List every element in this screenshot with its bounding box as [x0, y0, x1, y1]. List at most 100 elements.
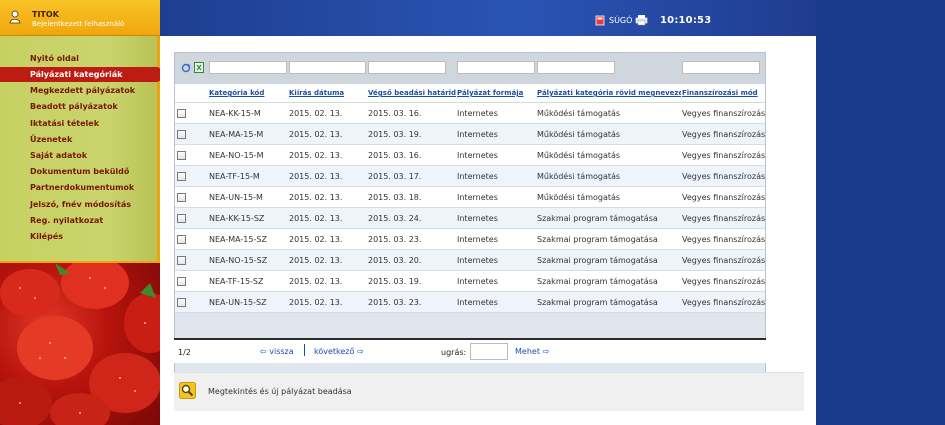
cell-code: NEA-TF-15-SZ	[209, 277, 264, 286]
cell-issue-date: 2015. 02. 13.	[289, 193, 343, 202]
menu-item-partner-docs[interactable]: Partnerdokumentumok	[0, 180, 157, 195]
cell-issue-date: 2015. 02. 13.	[289, 256, 343, 265]
table-row[interactable]: NEA-NO-15-M 2015. 02. 13. 2015. 03. 16. …	[175, 145, 765, 166]
table-row[interactable]: NEA-KK-15-M 2015. 02. 13. 2015. 03. 16. …	[175, 103, 765, 124]
cell-financing: Vegyes finanszírozás	[682, 151, 765, 160]
cell-form: Internetes	[457, 277, 498, 286]
table-row[interactable]: NEA-TF-15-M 2015. 02. 13. 2015. 03. 17. …	[175, 166, 765, 187]
help-link[interactable]: SÚGÓ	[609, 16, 632, 25]
excel-export-icon[interactable]	[194, 62, 204, 73]
row-checkbox[interactable]	[177, 151, 186, 160]
table-row[interactable]: NEA-NO-15-SZ 2015. 02. 13. 2015. 03. 20.…	[175, 250, 765, 271]
menu-item-filing[interactable]: Iktatási tételek	[0, 116, 157, 131]
prev-page-button[interactable]: ⇦ vissza	[260, 347, 294, 356]
menu-item-logout[interactable]: Kilépés	[0, 229, 157, 244]
content-panel: Kategória kód Kiírás dátuma Végső beadás…	[160, 36, 816, 425]
row-checkbox[interactable]	[177, 130, 186, 139]
cell-short-name: Szakmai program támogatása	[537, 277, 658, 286]
table-row[interactable]: NEA-UN-15-SZ 2015. 02. 13. 2015. 03. 23.…	[175, 292, 765, 313]
filter-input-issue-date[interactable]	[289, 61, 366, 74]
user-box: TITOK Bejelentkezett felhasználó	[0, 0, 160, 36]
next-page-button[interactable]: következő ⇨	[314, 347, 364, 356]
action-bar: Megtekintés és új pályázat beadása	[174, 372, 804, 411]
grid-header: Kategória kód Kiírás dátuma Végső beadás…	[175, 84, 765, 103]
row-checkbox[interactable]	[177, 172, 186, 181]
cell-code: NEA-UN-15-M	[209, 193, 263, 202]
menu-item-messages[interactable]: Üzenetek	[0, 132, 157, 147]
cell-issue-date: 2015. 02. 13.	[289, 298, 343, 307]
printer-icon[interactable]	[635, 14, 648, 26]
cell-issue-date: 2015. 02. 13.	[289, 151, 343, 160]
cell-short-name: Szakmai program támogatása	[537, 256, 658, 265]
row-checkbox[interactable]	[177, 235, 186, 244]
cell-deadline: 2015. 03. 16.	[368, 109, 422, 118]
cell-financing: Vegyes finanszírozás	[682, 109, 765, 118]
menu-item-submitted[interactable]: Beadott pályázatok	[0, 99, 157, 114]
row-checkbox[interactable]	[177, 277, 186, 286]
right-background	[816, 0, 945, 425]
table-row[interactable]: NEA-TF-15-SZ 2015. 02. 13. 2015. 03. 19.…	[175, 271, 765, 292]
column-header-short-name[interactable]: Pályázati kategória rövid megnevezése	[537, 89, 681, 97]
cell-financing: Vegyes finanszírozás	[682, 172, 765, 181]
refresh-icon[interactable]	[181, 63, 191, 73]
cell-deadline: 2015. 03. 18.	[368, 193, 422, 202]
row-checkbox[interactable]	[177, 298, 186, 307]
filter-input-financing[interactable]	[682, 61, 760, 74]
menu-item-password[interactable]: Jelszó, fnév módosítás	[0, 197, 157, 212]
menu-item-started[interactable]: Megkezdett pályázatok	[0, 83, 157, 98]
menu-item-home[interactable]: Nyitó oldal	[0, 51, 157, 66]
table-row[interactable]: NEA-UN-15-M 2015. 02. 13. 2015. 03. 18. …	[175, 187, 765, 208]
menu-item-categories[interactable]: Pályázati kategóriák	[0, 67, 168, 82]
page-indicator: 1/2	[178, 348, 191, 357]
top-bar: SÚGÓ 10:10:53	[160, 0, 816, 36]
user-icon	[9, 10, 21, 24]
column-header-form[interactable]: Pályázat formája	[457, 89, 535, 97]
row-checkbox[interactable]	[177, 193, 186, 202]
table-row[interactable]: NEA-MA-15-SZ 2015. 02. 13. 2015. 03. 23.…	[175, 229, 765, 250]
column-header-issue-date[interactable]: Kiírás dátuma	[289, 89, 367, 97]
cell-form: Internetes	[457, 172, 498, 181]
cell-deadline: 2015. 03. 19.	[368, 277, 422, 286]
column-header-code[interactable]: Kategória kód	[209, 89, 287, 97]
filter-input-form[interactable]	[457, 61, 535, 74]
cell-financing: Vegyes finanszírozás	[682, 277, 765, 286]
filter-row	[175, 53, 765, 84]
cell-issue-date: 2015. 02. 13.	[289, 172, 343, 181]
go-label: Mehet	[515, 347, 540, 356]
cell-code: NEA-TF-15-M	[209, 172, 260, 181]
cell-financing: Vegyes finanszírozás	[682, 298, 765, 307]
cell-code: NEA-NO-15-M	[209, 151, 264, 160]
cell-code: NEA-MA-15-M	[209, 130, 264, 139]
column-header-deadline[interactable]: Végső beadási határidő	[368, 89, 456, 97]
menu-item-own-data[interactable]: Saját adatok	[0, 148, 157, 163]
pager: 1/2 ⇦ vissza következő ⇨ ugrás: Mehet ⇨	[174, 338, 766, 363]
table-row[interactable]: NEA-MA-15-M 2015. 02. 13. 2015. 03. 19. …	[175, 124, 765, 145]
cell-short-name: Működési támogatás	[537, 151, 621, 160]
cell-code: NEA-NO-15-SZ	[209, 256, 268, 265]
filter-input-code[interactable]	[209, 61, 287, 74]
strawberry-image	[0, 263, 160, 425]
cell-issue-date: 2015. 02. 13.	[289, 214, 343, 223]
jump-page-input[interactable]	[470, 343, 508, 360]
row-checkbox[interactable]	[177, 256, 186, 265]
go-button[interactable]: Mehet ⇨	[515, 347, 549, 356]
cell-form: Internetes	[457, 130, 498, 139]
filter-input-deadline[interactable]	[368, 61, 446, 74]
menu-item-doc-upload[interactable]: Dokumentum beküldő	[0, 164, 157, 179]
cell-code: NEA-KK-15-SZ	[209, 214, 265, 223]
cell-deadline: 2015. 03. 23.	[368, 235, 422, 244]
column-header-financing[interactable]: Finanszírozási mód	[682, 89, 765, 97]
magnifier-icon[interactable]	[179, 382, 196, 399]
table-row[interactable]: NEA-KK-15-SZ 2015. 02. 13. 2015. 03. 24.…	[175, 208, 765, 229]
jump-label: ugrás:	[441, 348, 467, 357]
help-book-icon[interactable]	[595, 15, 605, 26]
cell-issue-date: 2015. 02. 13.	[289, 235, 343, 244]
view-and-submit-link[interactable]: Megtekintés és új pályázat beadása	[208, 387, 352, 396]
cell-short-name: Működési támogatás	[537, 130, 621, 139]
menu-item-declaration[interactable]: Reg. nyilatkozat	[0, 213, 157, 228]
row-checkbox[interactable]	[177, 109, 186, 118]
cell-code: NEA-KK-15-M	[209, 109, 261, 118]
cell-financing: Vegyes finanszírozás	[682, 130, 765, 139]
row-checkbox[interactable]	[177, 214, 186, 223]
filter-input-short-name[interactable]	[537, 61, 615, 74]
